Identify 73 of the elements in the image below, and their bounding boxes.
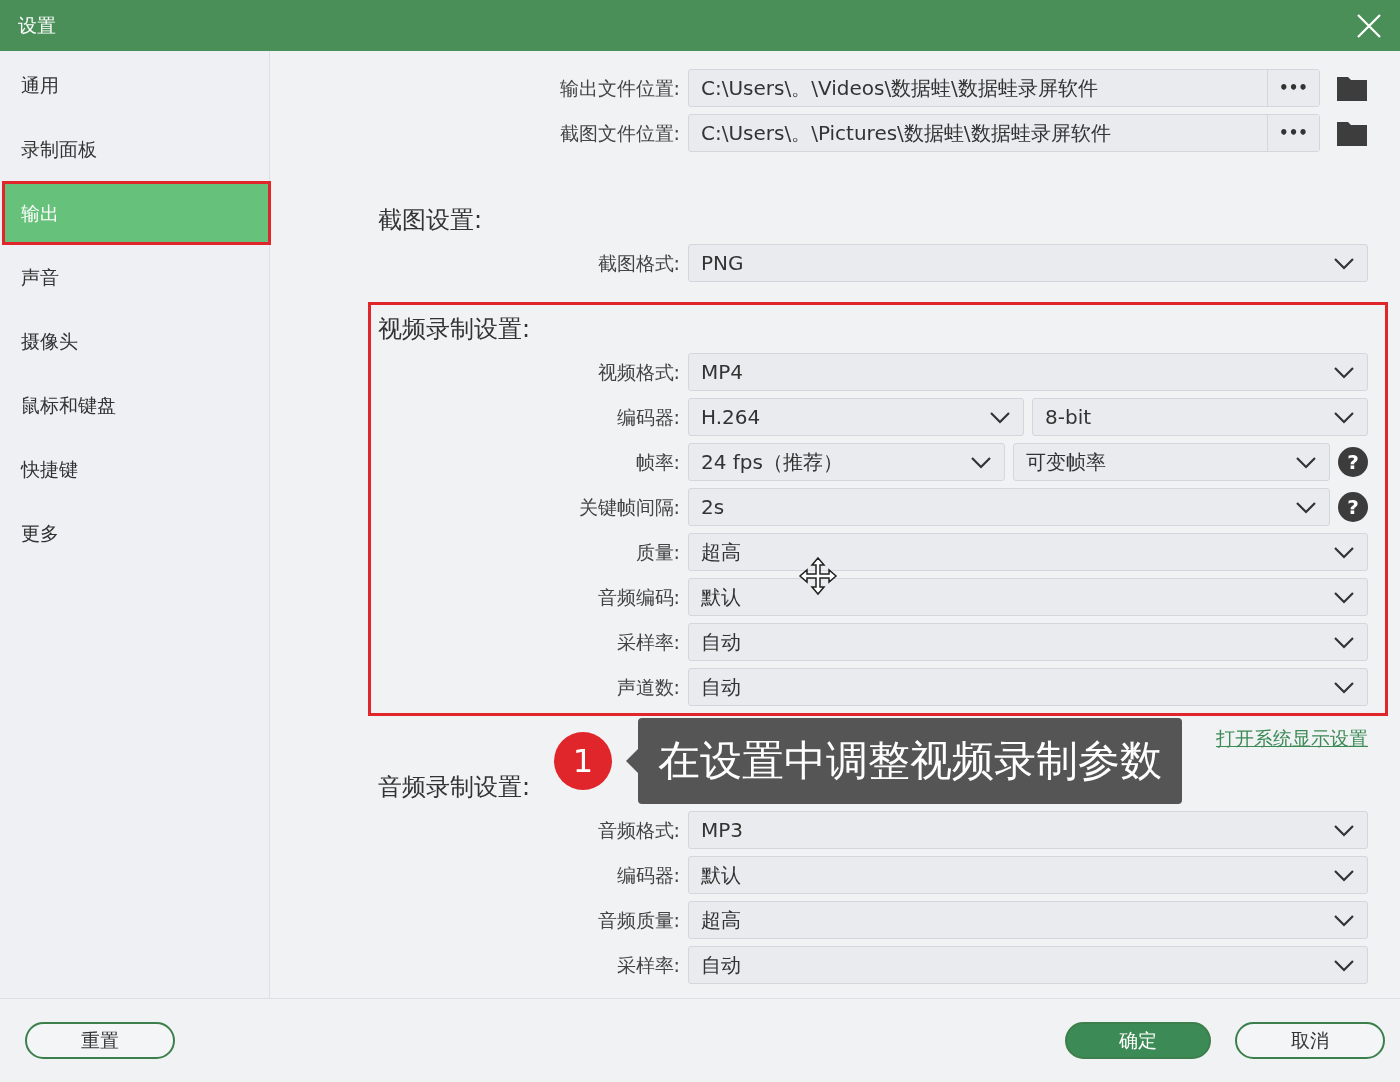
chevron-down-icon [1333, 410, 1355, 424]
field-label: 帧率: [634, 449, 680, 475]
field-label: 关键帧间隔: [577, 494, 680, 520]
field-label: 音频编码: [596, 584, 680, 610]
dropdown[interactable]: 自动 [688, 946, 1368, 984]
field-label: 采样率: [615, 952, 680, 978]
dropdown[interactable]: 超高 [688, 533, 1368, 571]
sidebar-item[interactable]: 声音 [2, 245, 271, 309]
dropdown[interactable]: MP4 [688, 353, 1368, 391]
help-icon[interactable]: ? [1338, 447, 1368, 477]
section-heading: 音频录制设置: [378, 772, 531, 803]
browse-button[interactable]: ••• [1267, 115, 1319, 151]
move-cursor-icon [798, 556, 838, 596]
close-icon[interactable] [1356, 12, 1382, 39]
sidebar-item[interactable]: 摄像头 [2, 309, 271, 373]
dropdown[interactable]: 自动 [688, 623, 1368, 661]
section-heading: 截图设置: [378, 205, 483, 236]
field-label: 截图文件位置: [558, 120, 680, 146]
callout-box: 在设置中调整视频录制参数 [638, 718, 1182, 805]
settings-link[interactable]: 打开系统显示设置 [1216, 723, 1368, 753]
folder-icon[interactable] [1336, 119, 1368, 147]
chevron-down-icon [1295, 500, 1317, 514]
step-number-badge: 1 [554, 732, 612, 791]
path-field[interactable]: C:\Users\。\Pictures\数据蛙\数据蛙录屏软件 ••• [688, 114, 1320, 152]
chevron-down-icon [1333, 823, 1355, 837]
chevron-down-icon [1333, 256, 1355, 270]
sidebar-item[interactable]: 鼠标和键盘 [2, 373, 271, 437]
dropdown[interactable]: 自动 [688, 668, 1368, 706]
chevron-down-icon [989, 410, 1011, 424]
chevron-down-icon [1333, 868, 1355, 882]
dropdown[interactable]: MP3 [688, 811, 1368, 849]
cancel-button[interactable]: 取消 [1235, 1022, 1385, 1059]
chevron-down-icon [1333, 913, 1355, 927]
field-label: 质量: [634, 539, 680, 565]
dropdown[interactable]: 24 fps（推荐） [688, 443, 1005, 481]
field-label: 输出文件位置: [558, 75, 680, 101]
chevron-down-icon [1295, 455, 1317, 469]
field-label: 编码器: [615, 404, 680, 430]
field-label: 音频格式: [596, 817, 680, 843]
help-icon[interactable]: ? [1338, 492, 1368, 522]
chevron-down-icon [1333, 958, 1355, 972]
section-heading: 视频录制设置: [378, 314, 531, 345]
sidebar-item[interactable]: 快捷键 [2, 437, 271, 501]
field-label: 视频格式: [596, 359, 680, 385]
folder-icon[interactable] [1336, 74, 1368, 102]
field-label: 采样率: [615, 629, 680, 655]
confirm-button[interactable]: 确定 [1065, 1022, 1211, 1059]
chevron-down-icon [1333, 590, 1355, 604]
dropdown[interactable]: 默认 [688, 856, 1368, 894]
field-label: 截图格式: [596, 250, 680, 276]
chevron-down-icon [970, 455, 992, 469]
window-title: 设置 [18, 13, 56, 39]
chevron-down-icon [1333, 680, 1355, 694]
field-label: 声道数: [615, 674, 680, 700]
dropdown[interactable]: 超高 [688, 901, 1368, 939]
sidebar-item[interactable]: 录制面板 [2, 117, 271, 181]
browse-button[interactable]: ••• [1267, 70, 1319, 106]
dropdown[interactable]: PNG [688, 244, 1368, 282]
path-field[interactable]: C:\Users\。\Videos\数据蛙\数据蛙录屏软件 ••• [688, 69, 1320, 107]
dropdown[interactable]: 2s [688, 488, 1330, 526]
sidebar-item[interactable]: 通用 [2, 53, 271, 117]
chevron-down-icon [1333, 365, 1355, 379]
reset-button[interactable]: 重置 [25, 1022, 175, 1059]
field-label: 音频质量: [596, 907, 680, 933]
sidebar-item[interactable]: 更多 [2, 501, 271, 565]
callout-pointer [626, 749, 638, 774]
dropdown[interactable]: 默认 [688, 578, 1368, 616]
dropdown[interactable]: H.264 [688, 398, 1024, 436]
dropdown[interactable]: 8-bit [1032, 398, 1368, 436]
field-label: 编码器: [615, 862, 680, 888]
chevron-down-icon [1333, 635, 1355, 649]
chevron-down-icon [1333, 545, 1355, 559]
dropdown[interactable]: 可变帧率 [1013, 443, 1330, 481]
